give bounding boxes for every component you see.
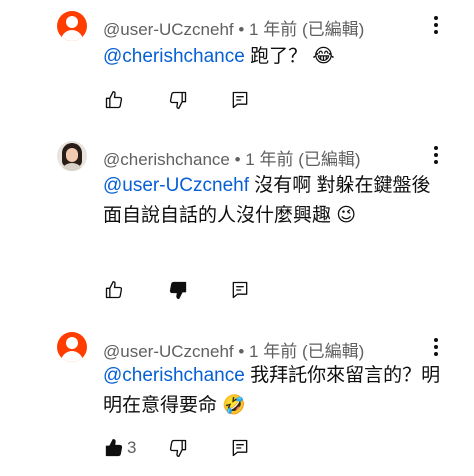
comment-text: @cherishchance 跑了？ 😂	[103, 46, 335, 67]
comment-header: @cherishchance • 1 年前 (已編輯)	[103, 150, 361, 169]
reply-button[interactable]	[229, 89, 251, 111]
like-button[interactable]	[103, 279, 125, 301]
like-count: 3	[127, 438, 137, 457]
dislike-button[interactable]	[167, 89, 189, 111]
reply-icon	[232, 439, 248, 457]
comment-text: @cherishchance 我拜託你來留言的？明明在意得要命 🤣	[103, 365, 441, 416]
timestamp[interactable]: 1 年前	[245, 150, 293, 169]
dislike-button[interactable]	[167, 279, 189, 301]
avatar[interactable]	[57, 11, 87, 41]
comment-header: @user-UCzcnehf • 1 年前 (已編輯)	[103, 20, 365, 39]
dislike-button[interactable]	[167, 437, 189, 459]
reply-button[interactable]	[229, 279, 251, 301]
like-button[interactable]	[103, 89, 125, 111]
edited-label: (已編輯)	[301, 20, 365, 39]
thumbs-up-icon	[105, 439, 123, 457]
mention-link[interactable]: @cherishchance	[103, 46, 245, 67]
more-vert-icon[interactable]	[430, 16, 442, 37]
comment-text: @user-UCzcnehf 沒有啊 對躲在鍵盤後面自說自話的人沒什麼興趣 😉	[103, 175, 431, 226]
author-name[interactable]: @cherishchance	[103, 150, 230, 169]
thumbs-up-icon	[105, 281, 123, 299]
thumbs-down-icon	[169, 91, 187, 110]
thumbs-down-icon	[169, 439, 187, 457]
reply-button[interactable]	[229, 437, 251, 459]
more-vert-icon[interactable]	[430, 146, 442, 167]
mention-link[interactable]: @user-UCzcnehf	[103, 175, 249, 196]
reply-icon	[232, 281, 248, 299]
timestamp[interactable]: 1 年前	[249, 342, 297, 361]
edited-label: (已編輯)	[301, 342, 365, 361]
more-vert-icon[interactable]	[430, 338, 442, 359]
timestamp[interactable]: 1 年前	[249, 20, 297, 39]
comment-header: @user-UCzcnehf • 1 年前 (已編輯)	[103, 342, 365, 361]
like-button[interactable]	[103, 437, 125, 459]
mention-link[interactable]: @cherishchance	[103, 365, 245, 386]
author-name[interactable]: @user-UCzcnehf	[103, 342, 234, 361]
edited-label: (已編輯)	[298, 150, 361, 169]
avatar[interactable]	[57, 141, 87, 171]
reply-icon	[232, 91, 248, 109]
thumbs-up-icon	[105, 91, 123, 109]
author-name[interactable]: @user-UCzcnehf	[103, 20, 234, 39]
avatar[interactable]	[57, 332, 87, 362]
thumbs-down-icon	[169, 281, 187, 299]
